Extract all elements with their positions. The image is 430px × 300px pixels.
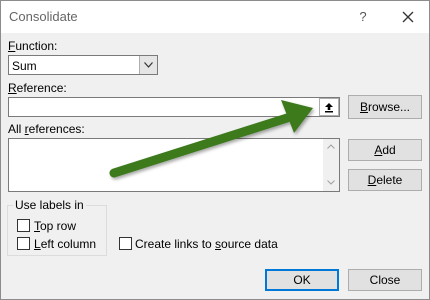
annotation-arrow-icon: [109, 100, 313, 178]
consolidate-dialog: Consolidate ? Function: Sum Reference: B…: [0, 0, 430, 300]
